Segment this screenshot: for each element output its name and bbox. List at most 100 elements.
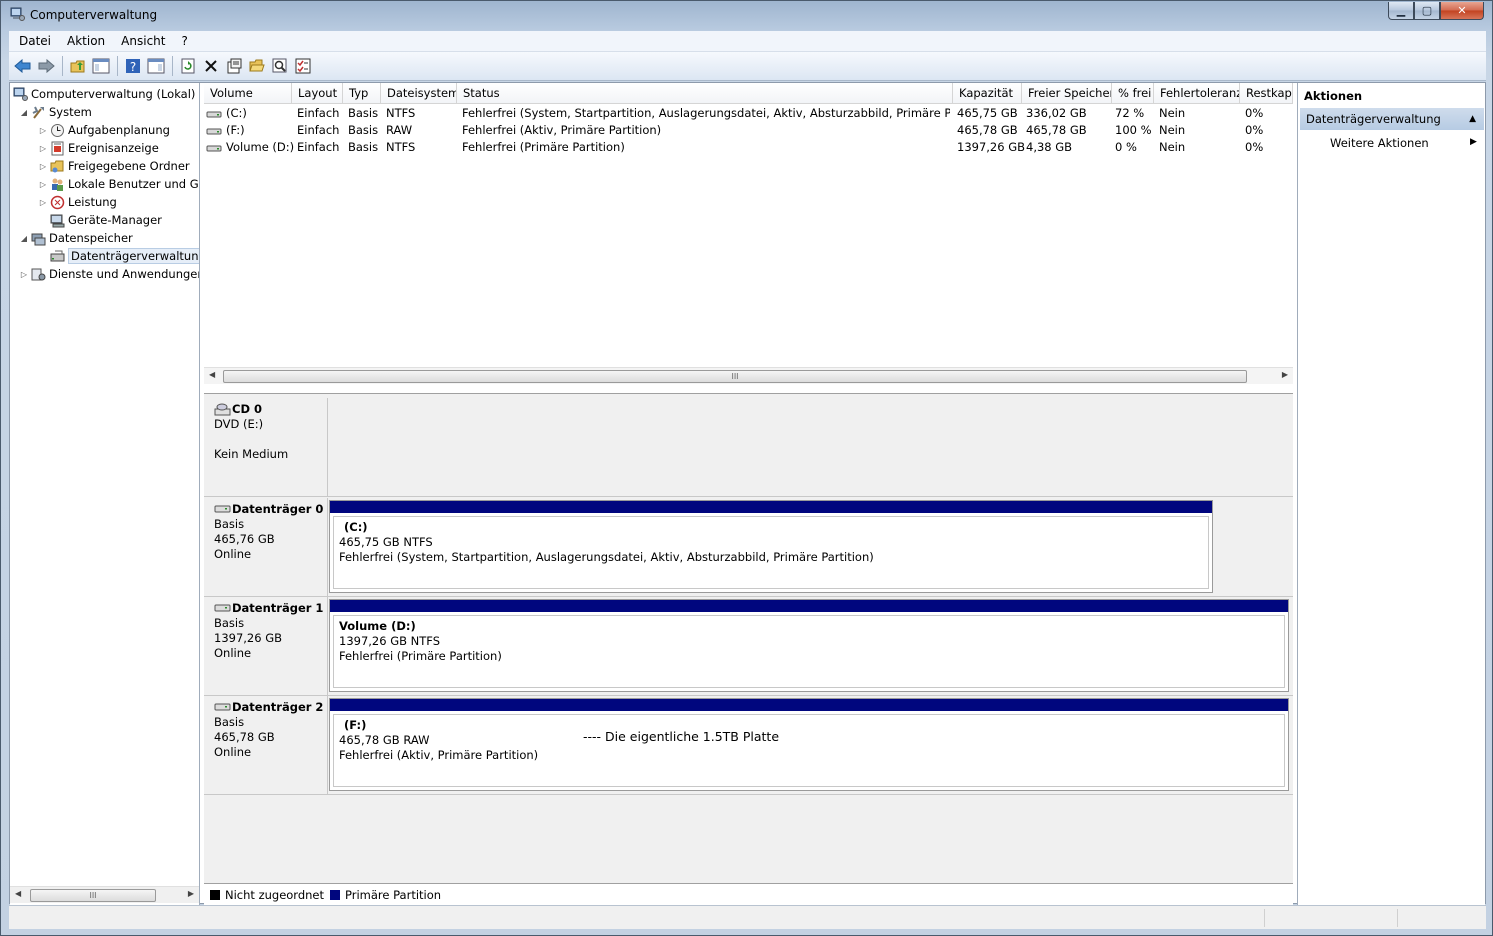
scroll-left-icon[interactable]: ◀: [15, 889, 21, 898]
status-bar: [9, 905, 1486, 929]
partition-size: 465,75 GB NTFS: [339, 535, 433, 549]
forward-button[interactable]: [35, 55, 57, 77]
volume-pane: Volume Layout Typ Dateisystem Status Kap…: [204, 83, 1293, 905]
cell-freier-speicher: 336,02 GB: [1026, 106, 1087, 120]
drive-icon: [206, 122, 222, 139]
column-header-fehlertoleranz[interactable]: Fehlertoleranz: [1154, 83, 1240, 104]
expand-icon[interactable]: ▷: [37, 162, 49, 171]
tree-item-dienste[interactable]: ▷ Dienste und Anwendungen: [18, 265, 199, 283]
cell-kapazitaet: 465,78 GB: [957, 123, 1018, 137]
column-header-freier-speicher[interactable]: Freier Speicher: [1022, 83, 1112, 104]
scroll-right-icon[interactable]: ▶: [1282, 370, 1288, 379]
disk-cd0[interactable]: CD 0 DVD (E:) Kein Medium: [204, 398, 1293, 497]
partition-name: (F:): [344, 718, 367, 732]
disk-name: Datenträger 2: [214, 700, 327, 715]
refresh-button[interactable]: [177, 55, 199, 77]
column-header-kapazitaet[interactable]: Kapazität: [953, 83, 1022, 104]
expand-icon[interactable]: ▷: [37, 198, 49, 207]
window: Computerverwaltung ▁ ▢ ✕ Datei Aktion An…: [0, 0, 1493, 936]
column-header-status[interactable]: Status: [457, 83, 953, 104]
cell-dateisystem: NTFS: [386, 140, 416, 154]
menu-help[interactable]: ?: [181, 34, 187, 48]
tree-item-ereignisanzeige[interactable]: ▷ Ereignisanzeige: [37, 139, 159, 157]
partition-status: Fehlerfrei (System, Startpartition, Ausl…: [339, 550, 874, 564]
collapse-up-icon[interactable]: ▲: [1469, 114, 1476, 124]
magnifier-icon: [272, 58, 287, 73]
show-hide-action-pane-button[interactable]: [145, 55, 167, 77]
expand-icon[interactable]: ▷: [37, 126, 49, 135]
tree-item-leistung[interactable]: ▷ Leistung: [37, 193, 117, 211]
menu-aktion[interactable]: Aktion: [67, 34, 105, 48]
volume-row[interactable]: (F:) Einfach Basis RAW Fehlerfrei (Aktiv…: [204, 122, 1293, 139]
back-button[interactable]: [12, 55, 34, 77]
column-header-dateisystem[interactable]: Dateisystem: [381, 83, 457, 104]
scrollbar-thumb[interactable]: III: [223, 370, 1247, 383]
menu-bar: Datei Aktion Ansicht ?: [9, 31, 1486, 52]
volume-row[interactable]: (C:) Einfach Basis NTFS Fehlerfrei (Syst…: [204, 105, 1293, 122]
checklist-icon: [295, 58, 311, 74]
tree-item-freigegebene-ordner[interactable]: ▷ Freigegebene Ordner: [37, 157, 190, 175]
disk-2[interactable]: Datenträger 2 Basis 465,78 GB Online (F:…: [204, 696, 1293, 795]
delete-button[interactable]: [200, 55, 222, 77]
tree-item-lokale-benutzer[interactable]: ▷ Lokale Benutzer und Gr: [37, 175, 199, 193]
tree-item-label: Computerverwaltung (Lokal): [31, 87, 196, 101]
column-header-typ[interactable]: Typ: [343, 83, 381, 104]
settings-button[interactable]: [292, 55, 314, 77]
cell-kapazitaet: 465,75 GB: [957, 106, 1018, 120]
minimize-button[interactable]: ▁: [1388, 2, 1414, 20]
svg-text:?: ?: [130, 60, 136, 74]
disk-1[interactable]: Datenträger 1 Basis 1397,26 GB Online Vo…: [204, 597, 1293, 696]
tree-item-datenspeicher[interactable]: ◢ Datenspeicher: [18, 229, 133, 247]
open-button[interactable]: [246, 55, 268, 77]
primary-partition-bar: [330, 600, 1288, 612]
menu-ansicht[interactable]: Ansicht: [121, 34, 165, 48]
partition-c[interactable]: (C:) 465,75 GB NTFS Fehlerfrei (System, …: [329, 500, 1213, 593]
up-folder-button[interactable]: [67, 55, 89, 77]
actions-section-header[interactable]: Datenträgerverwaltung ▲: [1300, 108, 1484, 130]
disk-0[interactable]: Datenträger 0 Basis 465,76 GB Online (C:…: [204, 498, 1293, 597]
scroll-right-icon[interactable]: ▶: [188, 889, 194, 898]
tree-item-datentraegerverwaltung[interactable]: Datenträgerverwaltung: [49, 247, 199, 265]
volume-list-horizontal-scrollbar[interactable]: ◀ III ▶: [204, 367, 1293, 384]
scroll-left-icon[interactable]: ◀: [209, 370, 215, 379]
toolbar: ?: [9, 52, 1486, 81]
tree-item-aufgabenplanung[interactable]: ▷ Aufgabenplanung: [37, 121, 170, 139]
help-button[interactable]: ?: [122, 55, 144, 77]
tree-item-system[interactable]: ◢ System: [18, 103, 92, 121]
column-header-volume[interactable]: Volume: [204, 83, 292, 104]
expand-icon[interactable]: ▷: [18, 270, 30, 279]
collapse-icon[interactable]: ◢: [18, 234, 30, 243]
partition-f[interactable]: (F:) 465,78 GB RAW Fehlerfrei (Aktiv, Pr…: [329, 698, 1289, 791]
partition-status: Fehlerfrei (Primäre Partition): [339, 649, 502, 663]
show-hide-tree-button[interactable]: [90, 55, 112, 77]
menu-datei[interactable]: Datei: [19, 34, 51, 48]
tree-horizontal-scrollbar[interactable]: ◀ III ▶: [10, 886, 199, 903]
column-header-restkapazitaet[interactable]: Restkapa: [1240, 83, 1293, 104]
tree-item-root[interactable]: Computerverwaltung (Lokal): [12, 85, 195, 103]
primary-partition-bar: [330, 699, 1288, 711]
maximize-button[interactable]: ▢: [1414, 2, 1440, 20]
disk-state: Online: [214, 745, 252, 759]
performance-icon: [49, 194, 65, 210]
disk-media-status: Kein Medium: [214, 447, 289, 461]
partition-d[interactable]: Volume (D:) 1397,26 GB NTFS Fehlerfrei (…: [329, 599, 1289, 692]
properties-button[interactable]: [223, 55, 245, 77]
hard-disk-icon: [214, 703, 231, 711]
action-label: Weitere Aktionen: [1330, 136, 1429, 150]
column-header-prozent-frei[interactable]: % frei: [1112, 83, 1154, 104]
action-weitere-aktionen[interactable]: Weitere Aktionen: [1330, 136, 1429, 150]
disk-drive-letter: DVD (E:): [214, 417, 264, 431]
expand-icon[interactable]: ▷: [37, 180, 49, 189]
cell-kapazitaet: 1397,26 GB: [957, 140, 1026, 154]
close-button[interactable]: ✕: [1440, 2, 1484, 20]
find-button[interactable]: [269, 55, 291, 77]
volume-row[interactable]: Volume (D:) Einfach Basis NTFS Fehlerfre…: [204, 139, 1293, 156]
scrollbar-thumb[interactable]: III: [30, 889, 156, 902]
tree-item-geraete-manager[interactable]: Geräte-Manager: [49, 211, 162, 229]
column-header-layout[interactable]: Layout: [292, 83, 343, 104]
status-segment: [1264, 909, 1265, 927]
close-icon: ✕: [1457, 4, 1467, 17]
shared-folder-icon: [49, 158, 65, 174]
expand-icon[interactable]: ▷: [37, 144, 49, 153]
collapse-icon[interactable]: ◢: [18, 108, 30, 117]
